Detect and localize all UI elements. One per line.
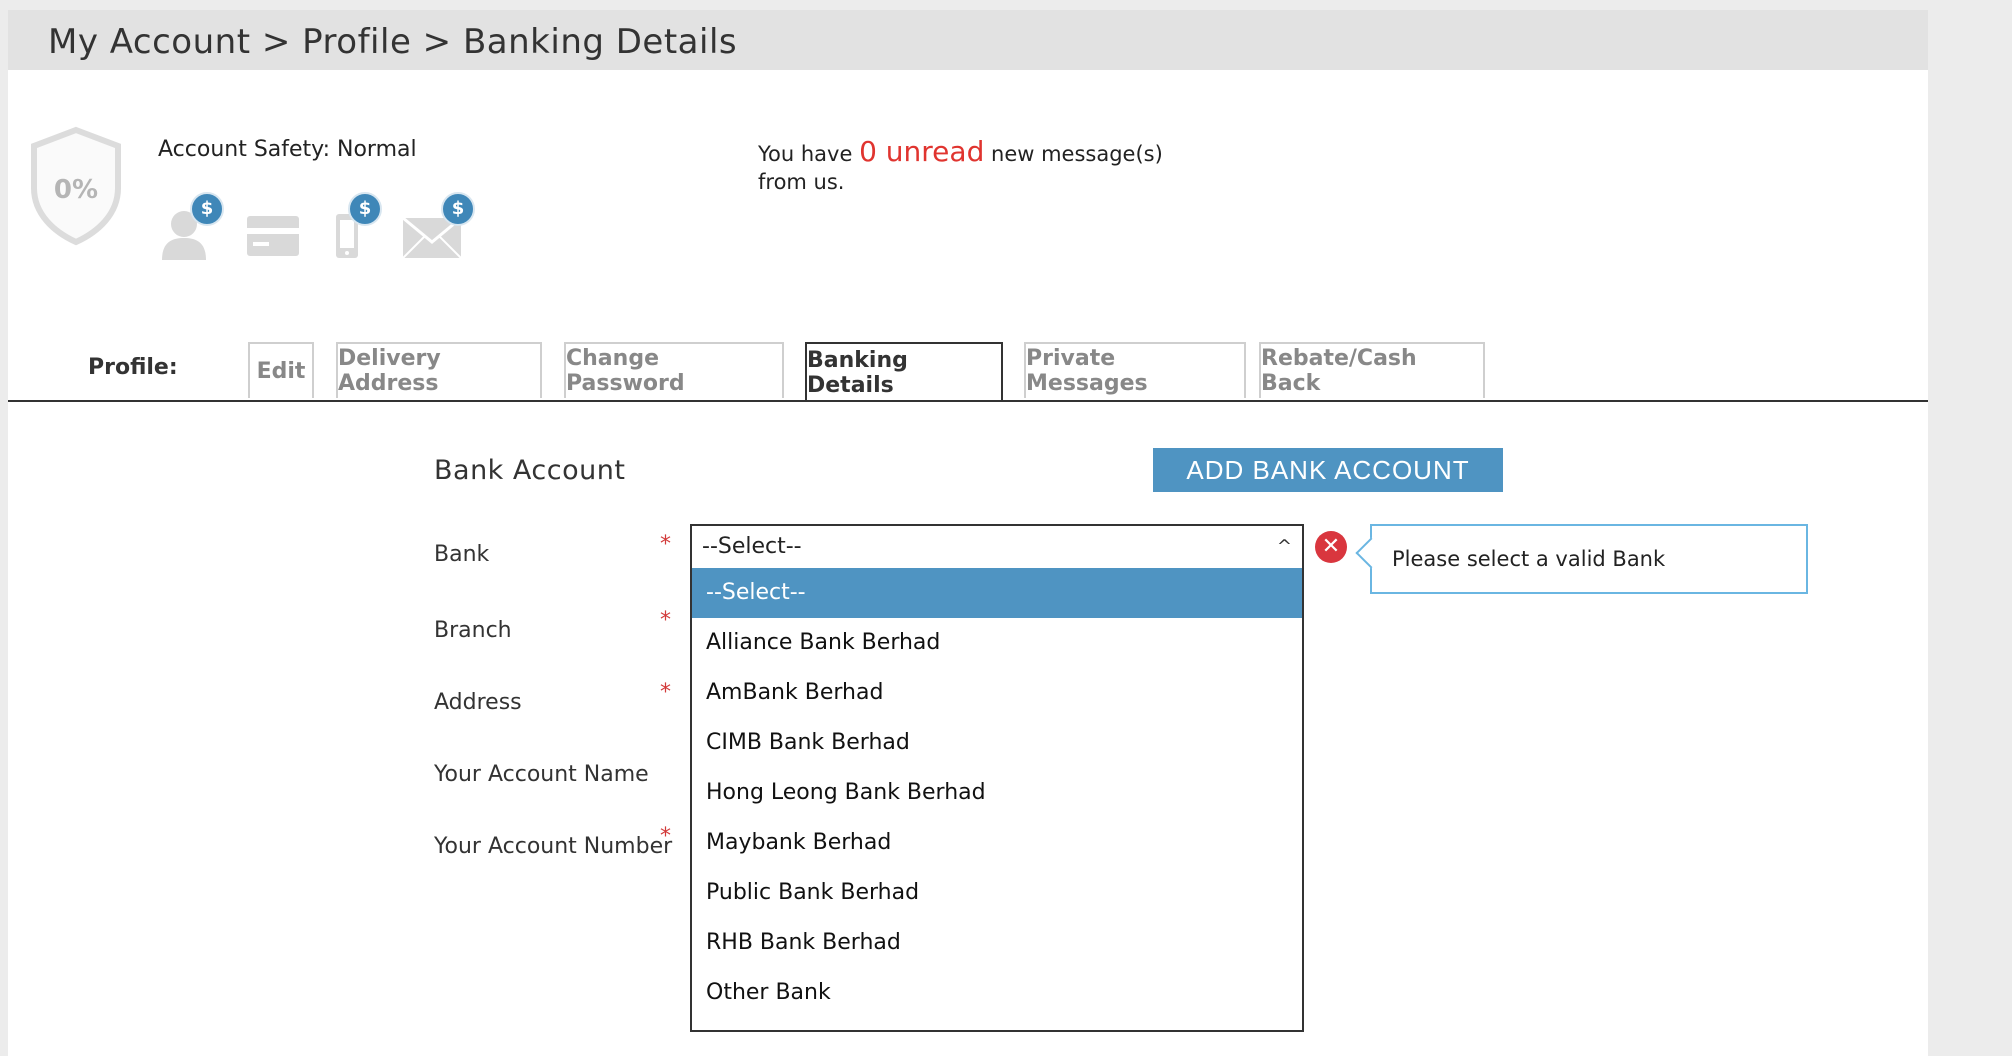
required-mark: * (660, 680, 671, 705)
dollar-badge-icon: $ (348, 192, 382, 226)
safety-percent: 0% (54, 175, 98, 205)
tab-edit[interactable]: Edit (248, 342, 314, 398)
dollar-badge-icon: $ (190, 192, 224, 226)
bank-label: Bank (434, 542, 490, 567)
bank-option[interactable]: AmBank Berhad (692, 668, 1302, 718)
mail-verify-icon[interactable]: $ (401, 192, 475, 268)
safety-icons: $ $ $ (158, 192, 518, 270)
bank-option[interactable]: Public Bank Berhad (692, 868, 1302, 918)
required-mark: * (660, 608, 671, 633)
tab-private-messages[interactable]: Private Messages (1024, 342, 1246, 398)
tabs-divider (8, 400, 1928, 402)
bank-option[interactable]: RHB Bank Berhad (692, 918, 1302, 968)
credit-card-icon (247, 216, 299, 256)
tab-rebate-cash-back[interactable]: Rebate/Cash Back (1259, 342, 1485, 398)
tooltip-arrow (1355, 537, 1387, 569)
chevron-up-icon: ^ (1276, 536, 1292, 557)
profile-label: Profile: (88, 355, 178, 380)
bank-error-message: Please select a valid Bank (1392, 547, 1666, 571)
add-bank-account-button[interactable]: ADD BANK ACCOUNT (1153, 448, 1503, 492)
unread-count-link[interactable]: 0 unread (859, 135, 984, 168)
branch-label: Branch (434, 618, 512, 643)
bank-option[interactable]: CIMB Bank Berhad (692, 718, 1302, 768)
bank-dropdown-list: --Select-- Alliance Bank Berhad AmBank B… (690, 568, 1304, 1032)
card-verify-icon[interactable] (243, 200, 303, 268)
tab-banking-details[interactable]: Banking Details (805, 342, 1003, 402)
bank-error-tooltip: Please select a valid Bank (1355, 524, 1808, 594)
bank-select[interactable]: --Select-- ^ (690, 524, 1304, 570)
messages-prefix: You have (758, 142, 860, 166)
required-mark: * (660, 532, 671, 557)
address-label: Address (434, 690, 522, 715)
account-safety-label: Account Safety: Normal (158, 137, 417, 162)
breadcrumb-text: My Account > Profile > Banking Details (48, 22, 738, 62)
bank-option[interactable]: Hong Leong Bank Berhad (692, 768, 1302, 818)
required-mark: * (660, 824, 671, 849)
dollar-badge-icon: $ (441, 192, 475, 226)
user-verify-icon[interactable]: $ (158, 192, 224, 268)
bank-option[interactable]: --Select-- (692, 568, 1302, 618)
breadcrumb: My Account > Profile > Banking Details (8, 10, 1928, 70)
error-x-icon: ✕ (1315, 531, 1347, 563)
bank-account-title: Bank Account (434, 455, 626, 486)
unread-messages-notice: You have 0 unread new message(s) from us… (758, 138, 1208, 196)
tab-delivery-address[interactable]: Delivery Address (336, 342, 542, 398)
bank-option[interactable]: Maybank Berhad (692, 818, 1302, 868)
bank-select-value: --Select-- (702, 534, 802, 559)
page-frame: My Account > Profile > Banking Details 0… (8, 10, 1928, 1056)
bank-option[interactable]: Alliance Bank Berhad (692, 618, 1302, 668)
account-name-label: Your Account Name (434, 762, 649, 787)
phone-verify-icon[interactable]: $ (328, 192, 388, 268)
account-number-label: Your Account Number (434, 834, 673, 859)
shield-icon: 0% (31, 126, 121, 246)
tab-change-password[interactable]: Change Password (564, 342, 784, 398)
bank-option[interactable]: Other Bank (692, 968, 1302, 1018)
